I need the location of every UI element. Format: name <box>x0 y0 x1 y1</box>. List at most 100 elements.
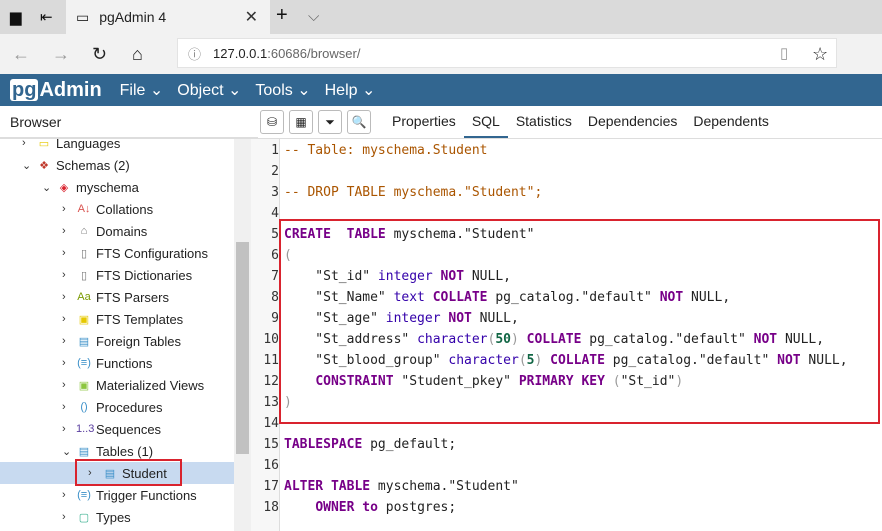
chevron-right-icon[interactable]: › <box>62 291 72 303</box>
chevron-right-icon[interactable]: › <box>62 225 72 237</box>
tab-sql[interactable]: SQL <box>463 106 508 138</box>
menu-object[interactable]: Object ⌄ <box>177 80 241 100</box>
chevron-right-icon[interactable]: › <box>22 137 32 149</box>
domains-icon: ⌂ <box>80 225 88 237</box>
chevron-right-icon[interactable]: › <box>62 379 72 391</box>
line-number: 4 <box>271 206 279 221</box>
procedures-icon: () <box>80 401 88 413</box>
chevron-right-icon[interactable]: › <box>62 269 72 281</box>
chevron-right-icon[interactable]: › <box>62 313 72 325</box>
set-aside-tabs-icon[interactable]: ⇤ <box>40 8 53 26</box>
search-objects-button[interactable]: 🔍 <box>347 110 371 134</box>
favorite-star-icon[interactable]: ☆ <box>812 44 828 65</box>
chevron-right-icon[interactable]: › <box>62 423 72 435</box>
line-number: 7 <box>271 269 279 284</box>
url-input[interactable]: ⓘ 127.0.0.1:60686/browser/ <box>177 38 837 68</box>
tree-item-languages[interactable]: › ▭ Languages <box>22 132 120 154</box>
url-path: :60686/browser/ <box>267 45 361 61</box>
chevron-right-icon[interactable]: › <box>62 401 72 413</box>
tree-item-label: myschema <box>76 179 139 195</box>
tree-item-materialized-views[interactable]: › ▣ Materialized Views <box>62 374 204 396</box>
tree-item-label: Collations <box>96 201 154 217</box>
browser-tab-bar: ▆ ⇤ ▭ pgAdmin 4 ✕ + ⌵ <box>0 0 882 34</box>
url-host: 127.0.0.1 <box>213 45 268 61</box>
tree-item-schemas-2[interactable]: ⌄ ❖ Schemas (2) <box>22 154 130 176</box>
collations-icon: A↓ <box>77 203 91 215</box>
languages-icon: ▭ <box>38 137 50 150</box>
address-bar-row: ← → ↻ ⌂ ⓘ 127.0.0.1:60686/browser/ ▯ ☆ <box>0 34 882 74</box>
tree-item-trigger-functions[interactable]: › (≡) Trigger Functions <box>62 484 197 506</box>
fts-configurations-icon: ▯ <box>80 247 88 260</box>
student-highlight-box <box>75 459 182 486</box>
tree-item-label: FTS Configurations <box>96 245 208 261</box>
site-info-icon[interactable]: ⓘ <box>188 44 201 63</box>
refresh-icon[interactable]: ↻ <box>92 44 107 65</box>
tree-item-collations[interactable]: › A↓ Collations <box>62 198 153 220</box>
tab-properties[interactable]: Properties <box>384 106 464 138</box>
close-tab-icon[interactable]: ✕ <box>245 7 258 27</box>
menu-help[interactable]: Help ⌄ <box>325 80 376 100</box>
materialized-views-icon: ▣ <box>78 379 90 392</box>
menu-tools[interactable]: Tools ⌄ <box>255 80 310 100</box>
sql-comment: -- Table: myschema.Student <box>284 143 488 158</box>
tab-actions-icon[interactable]: ▆ <box>10 8 22 26</box>
tree-item-domains[interactable]: › ⌂ Domains <box>62 220 147 242</box>
new-tab-icon[interactable]: + <box>276 4 288 27</box>
sql-keyword: ALTER TABLE <box>284 479 371 494</box>
tree-scrollbar-thumb[interactable] <box>236 242 249 454</box>
home-icon[interactable]: ⌂ <box>132 44 143 65</box>
back-icon[interactable]: ← <box>12 44 30 65</box>
chevron-right-icon[interactable]: › <box>62 489 72 501</box>
line-number: 8 <box>271 290 279 305</box>
tree-item-label: Materialized Views <box>96 377 205 393</box>
pgadmin-logo[interactable]: pg Admin <box>10 79 102 102</box>
tree-item-fts-templates[interactable]: › ▣ FTS Templates <box>62 308 183 330</box>
tree-item-sequences[interactable]: › 1..3 Sequences <box>62 418 161 440</box>
code-line: -- DROP TABLE myschema."Student"; <box>284 185 542 200</box>
tree-item-functions[interactable]: › (≡) Functions <box>62 352 152 374</box>
tree-item-types[interactable]: › ▢ Types <box>62 506 131 528</box>
chevron-right-icon[interactable]: › <box>62 247 72 259</box>
tree-item-fts-configurations[interactable]: › ▯ FTS Configurations <box>62 242 208 264</box>
tree-item-label: FTS Dictionaries <box>96 267 193 283</box>
code-line: ALTER TABLE myschema."Student" <box>284 479 519 494</box>
chevron-right-icon[interactable]: › <box>62 335 72 347</box>
sql-text: pg_default; <box>362 437 457 452</box>
sql-text: postgres; <box>377 500 457 515</box>
chevron-down-icon[interactable]: ⌄ <box>42 181 52 194</box>
sql-text: myschema."Student" <box>370 479 519 494</box>
tree-item-label: Domains <box>96 223 148 239</box>
chevron-down-icon[interactable]: ⌄ <box>62 445 72 458</box>
schemas-icon: ❖ <box>39 159 49 172</box>
menu-file[interactable]: File ⌄ <box>120 80 164 100</box>
types-icon: ▢ <box>78 511 90 524</box>
tab-dependencies[interactable]: Dependencies <box>580 106 686 138</box>
browser-tab[interactable]: ▭ pgAdmin 4 ✕ <box>66 0 270 34</box>
query-tool-button[interactable]: ⛁ <box>260 110 284 134</box>
tree-item-fts-dictionaries[interactable]: › ▯ FTS Dictionaries <box>62 264 192 286</box>
chevron-down-icon[interactable]: ⌄ <box>22 159 32 172</box>
tree-item-fts-parsers[interactable]: › Aa FTS Parsers <box>62 286 169 308</box>
code-line: TABLESPACE pg_default; <box>284 437 456 452</box>
tree-item-foreign-tables[interactable]: › ▤ Foreign Tables <box>62 330 181 352</box>
tab-list-chevron-icon[interactable]: ⌵ <box>308 8 319 25</box>
chevron-right-icon[interactable]: › <box>62 357 72 369</box>
filtered-rows-button[interactable]: ⏷ <box>318 110 342 134</box>
tree-item-procedures[interactable]: › () Procedures <box>62 396 162 418</box>
code-line: OWNER to postgres; <box>284 500 456 515</box>
sequences-icon: 1..3 <box>76 423 95 435</box>
tree-item-label: Trigger Functions <box>96 487 197 503</box>
chevron-right-icon[interactable]: › <box>62 511 72 523</box>
panel-tabs: Properties SQL Statistics Dependencies D… <box>384 106 777 138</box>
forward-icon[interactable]: → <box>52 44 70 65</box>
line-number: 1 <box>271 143 279 158</box>
tab-statistics[interactable]: Statistics <box>508 106 580 138</box>
tree-item-myschema[interactable]: ⌄ ◈ myschema <box>42 176 139 198</box>
tab-dependents[interactable]: Dependents <box>685 106 777 138</box>
line-number: 5 <box>271 227 279 242</box>
reading-view-icon[interactable]: ▯ <box>780 44 788 62</box>
view-data-button[interactable]: ▦ <box>289 110 313 134</box>
chevron-right-icon[interactable]: › <box>62 203 72 215</box>
create-table-highlight-box <box>279 219 880 424</box>
